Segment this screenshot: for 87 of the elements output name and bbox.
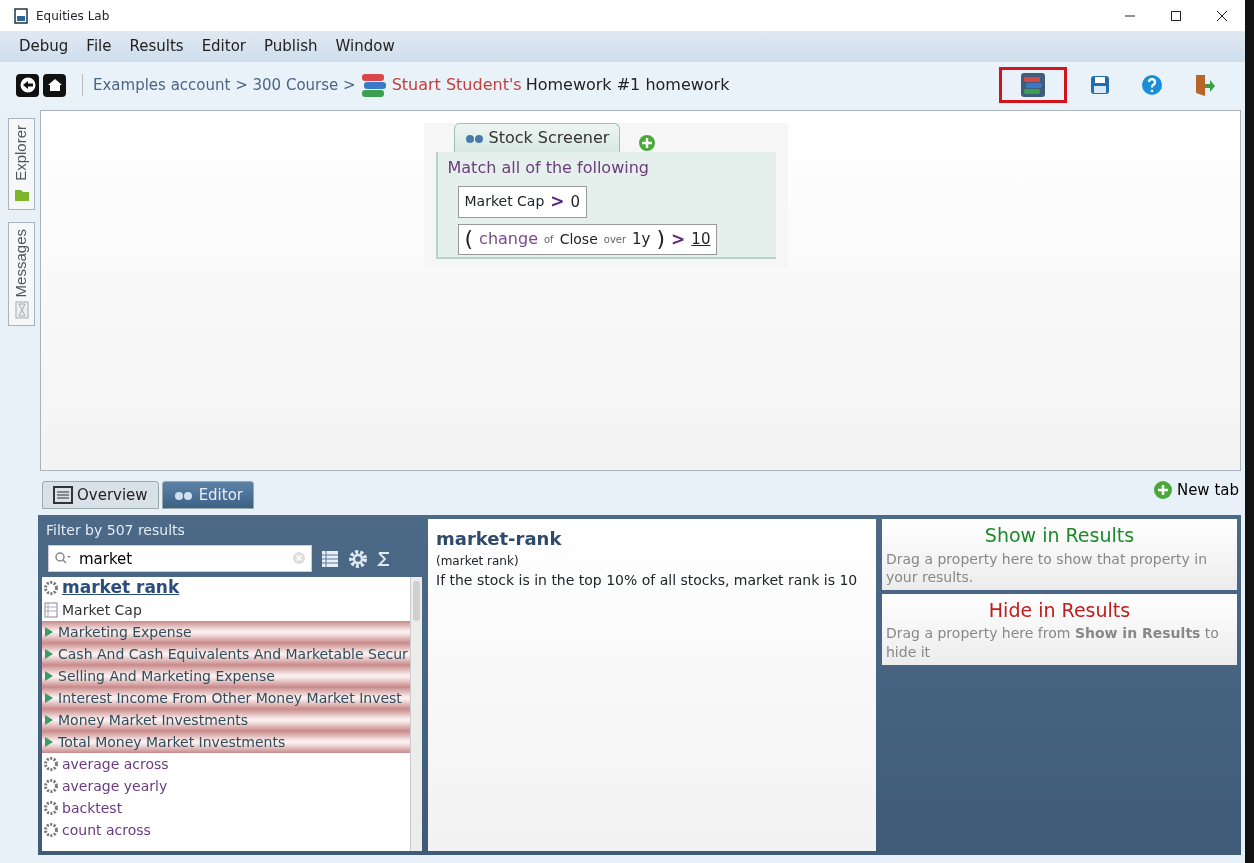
menu-item[interactable]: Editor	[192, 35, 256, 58]
new-tab-button[interactable]: New tab	[1152, 478, 1239, 502]
drop-zone[interactable]: Hide in Results Drag a property here from Show in Results to hide it	[882, 593, 1237, 665]
value: 0	[570, 191, 581, 213]
back-button[interactable]	[16, 73, 39, 97]
app-icon	[14, 7, 28, 24]
menu-item[interactable]: Results	[120, 35, 193, 58]
triangle-icon	[44, 626, 54, 638]
gear-icon	[44, 757, 58, 771]
property-item[interactable]: backtest	[42, 797, 410, 819]
side-tab[interactable]: Messages	[8, 221, 35, 327]
field-name: Close	[559, 229, 598, 249]
hourglass-icon	[14, 301, 29, 320]
home-icon	[46, 77, 63, 93]
filter-label: Filter by 507 results	[45, 521, 186, 540]
property-item[interactable]: average yearly	[42, 775, 410, 797]
keyword: over	[603, 232, 627, 247]
parenthesis: (	[464, 228, 474, 251]
window-title: Equities Lab	[36, 7, 110, 25]
value-link[interactable]: 10	[691, 228, 711, 251]
value: 1y	[632, 229, 651, 250]
function-name: change	[479, 228, 538, 251]
keyword: of	[544, 232, 554, 247]
detail-description: If the stock is in the top 10% of all stocks, market rank is 10	[436, 571, 859, 590]
owner-name: Stuart Student's	[391, 74, 522, 96]
settings-icon[interactable]	[348, 548, 368, 569]
match-heading: Match all of the following	[447, 157, 650, 179]
property-item[interactable]: Total Money Market Investments	[42, 731, 410, 753]
gear-icon	[44, 581, 58, 595]
sigma-icon[interactable]	[376, 549, 392, 568]
side-tab[interactable]: Explorer	[8, 118, 35, 210]
triangle-icon	[44, 736, 54, 748]
view-tab[interactable]: Overview	[42, 481, 159, 509]
table-icon[interactable]	[320, 548, 340, 569]
gear-icon	[44, 823, 58, 837]
help-icon	[1140, 73, 1164, 97]
detail-title: market-rank	[436, 527, 563, 551]
property-item[interactable]: Interest Income From Other Money Market Invest	[42, 687, 410, 709]
drop-zone-text: Drag a property here to show that property in your results.	[886, 549, 1209, 586]
operator: >	[671, 227, 686, 251]
breadcrumb-path[interactable]: Examples account > 300 Course >	[82, 73, 356, 97]
books-icon	[1021, 73, 1045, 97]
save-icon	[1088, 73, 1112, 97]
property-item[interactable]: Selling And Marketing Expense	[42, 665, 410, 687]
binoculars-icon	[172, 489, 195, 501]
field-name: Market Cap	[464, 192, 545, 212]
search-icon	[54, 551, 72, 565]
drop-zone-title: Hide in Results	[987, 597, 1132, 623]
operator: >	[550, 190, 565, 213]
condition-box[interactable]: ( change of Close over 1y ) > 10	[457, 223, 718, 255]
property-item[interactable]: Marketing Expense	[42, 621, 410, 643]
triangle-icon	[44, 714, 54, 726]
property-item[interactable]: market rank	[42, 577, 410, 599]
books-button[interactable]	[999, 67, 1067, 103]
property-item[interactable]: count across	[42, 819, 410, 841]
property-item[interactable]: Money Market Investments	[42, 709, 410, 731]
home-button[interactable]	[43, 73, 66, 97]
property-item[interactable]: average across	[42, 753, 410, 775]
add-icon[interactable]	[638, 134, 657, 152]
triangle-icon	[44, 670, 54, 682]
books-icon	[359, 72, 388, 98]
condition-box[interactable]: Market Cap > 0	[457, 186, 588, 218]
triangle-icon	[44, 692, 54, 704]
menu-item[interactable]: Publish	[255, 35, 327, 58]
list-icon	[53, 486, 73, 504]
maximize-icon[interactable]	[1170, 10, 1182, 22]
screener-tab[interactable]: Stock Screener	[453, 123, 621, 152]
drop-zone-text: Drag a property here from Show in Results to hide it	[886, 624, 1220, 661]
homework-title: Homework #1 homework	[525, 74, 730, 96]
search-field[interactable]: market	[48, 545, 312, 572]
detail-subtitle: (market rank)	[436, 553, 520, 570]
menu-item[interactable]: Window	[326, 35, 404, 58]
gear-icon	[44, 801, 58, 815]
binoculars-icon	[464, 132, 485, 144]
triangle-icon	[44, 648, 54, 660]
menu-item[interactable]: File	[77, 35, 121, 58]
drop-zone-title: Show in Results	[983, 523, 1136, 548]
parenthesis: )	[656, 228, 666, 251]
scrollbar[interactable]	[410, 577, 422, 851]
menu-item[interactable]: Debug	[10, 35, 78, 58]
close-icon[interactable]	[1216, 10, 1228, 22]
property-item[interactable]: Cash And Cash Equivalents And Marketable Secur	[42, 643, 410, 665]
drop-zone[interactable]: Show in Results Drag a property here to show that property in your results.	[882, 519, 1237, 590]
view-tab[interactable]: Editor	[161, 481, 255, 509]
gear-icon	[44, 779, 58, 793]
property-item[interactable]: Market Cap	[42, 599, 410, 621]
add-icon	[1152, 480, 1173, 500]
